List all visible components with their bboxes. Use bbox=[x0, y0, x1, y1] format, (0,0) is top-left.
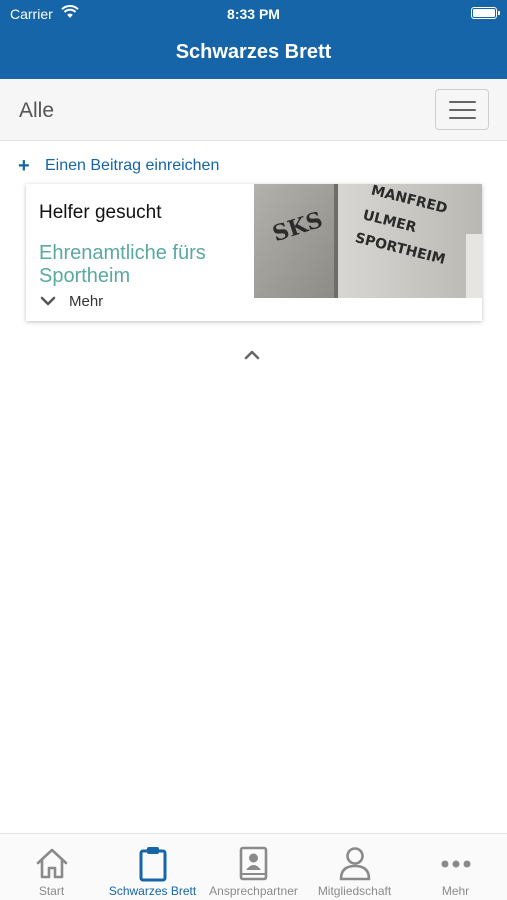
page-title: Schwarzes Brett bbox=[175, 41, 332, 63]
tab-schwarzes-brett-label: Schwarzes Brett bbox=[108, 884, 197, 898]
tab-mitgliedschaft[interactable]: Mitgliedschaft bbox=[304, 834, 405, 900]
post-title: Helfer gesucht bbox=[39, 202, 162, 223]
status-bar: Carrier 8:33 PM bbox=[0, 0, 507, 28]
tab-ansprechpartner-label: Ansprechpartner bbox=[209, 884, 298, 898]
tab-mitgliedschaft-label: Mitgliedschaft bbox=[317, 884, 392, 898]
post-more-label: Mehr bbox=[69, 293, 104, 310]
plus-icon: + bbox=[18, 155, 30, 177]
tab-bar: Start Schwarzes Brett Ansprechpartner Mi… bbox=[0, 833, 507, 900]
filter-label[interactable]: Alle bbox=[19, 99, 54, 123]
tab-ansprechpartner[interactable]: Ansprechpartner bbox=[203, 834, 304, 900]
chevron-up-icon[interactable] bbox=[243, 349, 261, 361]
hamburger-icon bbox=[449, 101, 476, 103]
post-image[interactable]: SKS MANFRED ULMER SPORTHEIM bbox=[254, 184, 482, 298]
post-subtitle: Ehrenamtliche fürs Sportheim bbox=[39, 242, 206, 287]
home-icon bbox=[36, 848, 68, 879]
person-icon bbox=[339, 847, 371, 881]
post-card[interactable]: Helfer gesucht Ehrenamtliche fürs Sporth… bbox=[26, 184, 482, 321]
contact-book-icon bbox=[239, 846, 268, 881]
tab-start[interactable]: Start bbox=[1, 834, 102, 900]
clock: 8:33 PM bbox=[227, 6, 280, 22]
tab-start-label: Start bbox=[38, 884, 65, 898]
chevron-down-icon bbox=[40, 296, 56, 306]
header: Carrier 8:33 PM Schwarzes Brett bbox=[0, 0, 507, 79]
submit-post-label: Einen Beitrag einreichen bbox=[45, 157, 220, 174]
tab-schwarzes-brett[interactable]: Schwarzes Brett bbox=[102, 834, 203, 900]
tab-mehr[interactable]: Mehr bbox=[405, 834, 506, 900]
tab-mehr-label: Mehr bbox=[441, 884, 470, 898]
more-dots-icon bbox=[441, 860, 471, 868]
battery-icon bbox=[471, 7, 500, 19]
filter-menu-button[interactable] bbox=[435, 89, 489, 130]
clipboard-icon bbox=[139, 847, 167, 882]
filter-bar: Alle bbox=[0, 79, 507, 141]
